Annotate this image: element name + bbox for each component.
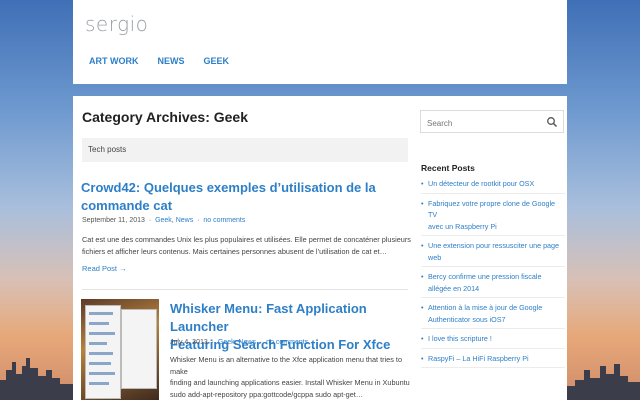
nav-item-art-work[interactable]: ART WORK — [89, 56, 139, 66]
search-input[interactable] — [425, 112, 547, 134]
post-meta: September 11, 2013 · Geek, News · no com… — [82, 217, 246, 224]
main-nav: ART WORK NEWS GEEK — [89, 56, 248, 66]
recent-post-link[interactable]: Bercy confirme une pression fiscaleallég… — [421, 271, 565, 298]
post-excerpt: Cat est une des commandes Unix les plus … — [82, 235, 411, 256]
post-thumbnail[interactable] — [81, 299, 159, 400]
recent-post-link[interactable]: Un détecteur de rootkit pour OSX — [421, 178, 565, 194]
category-link-news[interactable]: News — [176, 217, 194, 224]
post-title-crowd42[interactable]: Crowd42: Quelques exemples d’utilisation… — [81, 179, 391, 215]
comments-link[interactable]: no comments — [266, 339, 308, 346]
search-box — [420, 110, 564, 134]
post-date: September 11, 2013 — [82, 217, 145, 224]
site-header: sergio ART WORK NEWS GEEK — [73, 0, 567, 84]
read-more-link[interactable]: Read Post → — [82, 264, 127, 273]
page-title: Category Archives: Geek — [82, 109, 248, 125]
category-link-geek[interactable]: Geek — [155, 217, 172, 224]
recent-post-link[interactable]: Une extension pour ressusciter une pagew… — [421, 240, 565, 267]
nav-item-geek[interactable]: GEEK — [204, 56, 230, 66]
recent-post-link[interactable]: Attention à la mise à jour de GoogleAuth… — [421, 302, 565, 329]
category-link-news[interactable]: News — [239, 339, 257, 346]
post-divider — [82, 289, 408, 290]
site-logo[interactable]: sergio — [85, 12, 148, 36]
comments-link[interactable]: no comments — [203, 217, 245, 224]
recent-post-link[interactable]: Fabriquez votre propre clone de Google T… — [421, 198, 565, 236]
category-link-geek[interactable]: Geek — [218, 339, 235, 346]
recent-post-link[interactable]: RaspyFi – La HiFi Raspberry Pi — [421, 353, 565, 368]
main-content: Category Archives: Geek Tech posts Crowd… — [73, 96, 567, 400]
search-icon[interactable] — [546, 116, 558, 128]
recent-post-link[interactable]: I love this scripture ! — [421, 333, 565, 349]
category-description: Tech posts — [82, 138, 408, 162]
recent-posts-list: Un détecteur de rootkit pour OSX Fabriqu… — [421, 178, 565, 372]
post-excerpt: Whisker Menu is an alternative to the Xf… — [170, 355, 410, 399]
nav-item-news[interactable]: NEWS — [158, 56, 185, 66]
recent-posts-heading: Recent Posts — [421, 163, 475, 173]
post-date: July 4, 2013 — [170, 339, 208, 346]
post-meta: July 4, 2013 · Geek, News · no comments — [170, 339, 309, 346]
